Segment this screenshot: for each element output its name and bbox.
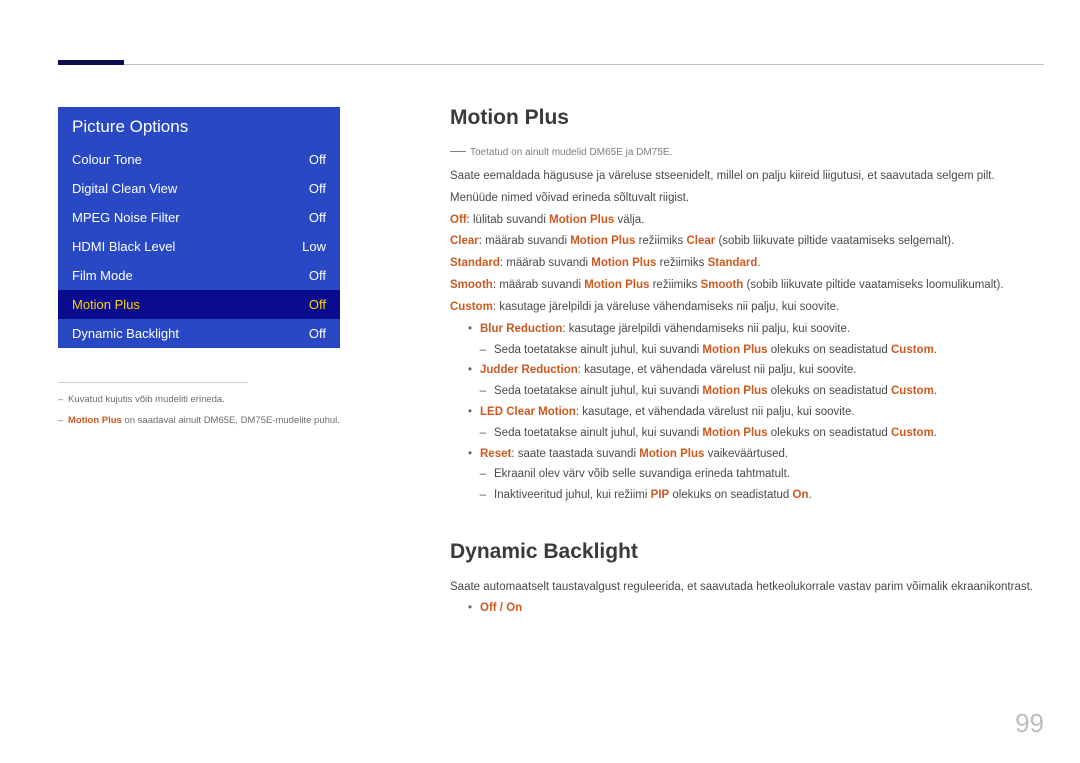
menu-title: Picture Options (58, 107, 340, 145)
dynamic-intro: Saate automaatselt taustavalgust regulee… (450, 579, 1044, 597)
menu-row-digital-clean-view[interactable]: Digital Clean View Off (58, 174, 340, 203)
menu-item-value: Off (309, 326, 326, 341)
menu-row-mpeg-noise-filter[interactable]: MPEG Noise Filter Off (58, 203, 340, 232)
intro-1: Saate eemaldada hägususe ja väreluse sts… (450, 168, 1044, 186)
bullet-judder: •Judder Reduction: kasutage, et vähendad… (450, 362, 1044, 380)
bullet-reset-sub1: –Ekraanil olev värv võib selle suvandiga… (450, 466, 1044, 484)
heading-dynamic-backlight: Dynamic Backlight (450, 536, 1044, 569)
top-rule (58, 64, 1044, 65)
menu-item-label: Dynamic Backlight (72, 326, 179, 341)
support-note: Toetatud on ainult mudelid DM65E ja DM75… (450, 145, 1044, 161)
bullet-reset: •Reset: saate taastada suvandi Motion Pl… (450, 446, 1044, 464)
footnotes: –Kuvatud kujutis võib mudeliti erineda. … (58, 392, 358, 428)
menu-item-label: Film Mode (72, 268, 133, 283)
menu-item-label: Motion Plus (72, 297, 140, 312)
bullet-blur-sub: –Seda toetatakse ainult juhul, kui suvan… (450, 342, 1044, 360)
menu-row-motion-plus[interactable]: Motion Plus Off (58, 290, 340, 319)
menu-item-value: Low (302, 239, 326, 254)
menu-row-film-mode[interactable]: Film Mode Off (58, 261, 340, 290)
bullet-reset-sub2: –Inaktiveeritud juhul, kui režiimi PIP o… (450, 487, 1044, 505)
menu-item-value: Off (309, 297, 326, 312)
menu-item-label: MPEG Noise Filter (72, 210, 180, 225)
menu-item-value: Off (309, 181, 326, 196)
opt-smooth: Smooth: määrab suvandi Motion Plus režii… (450, 277, 1044, 295)
opt-off: Off: lülitab suvandi Motion Plus välja. (450, 212, 1044, 230)
opt-clear: Clear: määrab suvandi Motion Plus režiim… (450, 233, 1044, 251)
footnote-1: Kuvatud kujutis võib mudeliti erineda. (68, 394, 225, 405)
heading-motion-plus: Motion Plus (450, 102, 1044, 135)
opt-standard: Standard: määrab suvandi Motion Plus rež… (450, 255, 1044, 273)
menu-item-value: Off (309, 268, 326, 283)
picture-options-menu: Picture Options Colour ToneOffDigital Cl… (58, 107, 340, 348)
bullet-off-on: •Off / On (450, 600, 1044, 618)
support-note-text: Toetatud on ainult mudelid DM65E ja DM75… (470, 147, 672, 158)
footnote-2-rest: on saadaval ainult DM65E, DM75E-mudelite… (122, 415, 340, 426)
bullet-blur: •Blur Reduction: kasutage järelpildi väh… (450, 321, 1044, 339)
page-number: 99 (1015, 708, 1044, 739)
menu-row-colour-tone[interactable]: Colour Tone Off (58, 145, 340, 174)
menu-item-label: HDMI Black Level (72, 239, 175, 254)
menu-row-hdmi-black-level[interactable]: HDMI Black Level Low (58, 232, 340, 261)
footnote-2-name: Motion Plus (68, 415, 122, 426)
menu-item-value: Off (309, 210, 326, 225)
bullet-judder-sub: –Seda toetatakse ainult juhul, kui suvan… (450, 383, 1044, 401)
bullet-led-sub: –Seda toetatakse ainult juhul, kui suvan… (450, 425, 1044, 443)
opt-custom: Custom: kasutage järelpildi ja väreluse … (450, 299, 1044, 317)
bullet-led: •LED Clear Motion: kasutage, et vähendad… (450, 404, 1044, 422)
content-area: Motion Plus Toetatud on ainult mudelid D… (450, 102, 1044, 621)
menu-row-dynamic-backlight[interactable]: Dynamic Backlight Off (58, 319, 340, 348)
top-accent-bar (58, 60, 124, 65)
intro-2: Menüüde nimed võivad erineda sõltuvalt r… (450, 190, 1044, 208)
menu-item-label: Digital Clean View (72, 181, 177, 196)
footnote-rule (58, 382, 248, 383)
menu-item-value: Off (309, 152, 326, 167)
menu-item-label: Colour Tone (72, 152, 142, 167)
